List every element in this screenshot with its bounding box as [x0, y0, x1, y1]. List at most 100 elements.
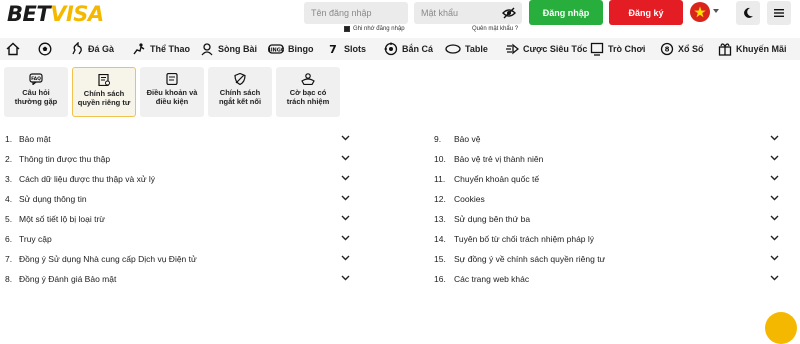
section-row-cookies[interactable]: 12. Cookies — [434, 189, 786, 209]
nav-item-xo-so[interactable]: 8 Xổ Số — [660, 40, 704, 58]
dark-mode-button[interactable] — [736, 1, 760, 25]
nav-item-slots[interactable]: 7 Slots — [326, 40, 366, 58]
section-row-tiet-lo[interactable]: 5. Một số tiết lộ bị loại trừ — [5, 209, 357, 229]
section-row-tu-choi-trach-nhiem[interactable]: 14. Tuyên bố từ chối trách nhiệm pháp lý — [434, 229, 786, 249]
section-label: Đồng ý Sử dụng Nhà cung cấp Dịch vụ Điện… — [19, 254, 197, 264]
section-row-dong-y-su-dung[interactable]: 7. Đồng ý Sử dụng Nhà cung cấp Dịch vụ Đi… — [5, 249, 357, 269]
nav-item-song-bai[interactable]: Sòng Bài — [200, 40, 257, 58]
forgot-password-link[interactable]: Quên mật khẩu ? — [472, 26, 518, 32]
section-row-chuyen-khoan[interactable]: 11. Chuyển khoản quốc tế — [434, 169, 786, 189]
chevron-down-icon[interactable] — [341, 175, 350, 181]
section-label: Cookies — [454, 194, 485, 204]
chevron-down-icon[interactable] — [341, 195, 350, 201]
chevron-down-icon[interactable] — [770, 135, 779, 141]
nav-item-da-ga[interactable]: Đá Gà — [70, 40, 114, 58]
section-row-su-dong-y[interactable]: 15. Sự đồng ý về chính sách quyền riêng t… — [434, 249, 786, 269]
nav-item-tro-choi[interactable]: Trò Chơi — [590, 40, 645, 58]
chevron-down-icon[interactable] — [770, 155, 779, 161]
lottery-icon: 8 — [660, 42, 674, 56]
chevron-down-icon[interactable] — [341, 215, 350, 221]
privacy-doc-icon — [98, 74, 110, 86]
section-number: 4. — [5, 194, 13, 204]
nav-label: Slots — [344, 44, 367, 54]
nav-item-ban-ca[interactable]: Bắn Cá — [384, 40, 433, 58]
fish-icon — [384, 42, 398, 56]
chevron-down-icon[interactable] — [341, 155, 350, 161]
section-row-thong-tin-thu-thap[interactable]: 2. Thông tin được thu thập — [5, 149, 357, 169]
card-line: Chính sách — [219, 88, 261, 97]
remember-checkbox[interactable] — [344, 26, 350, 32]
section-number: 12. — [434, 194, 446, 204]
soccer-ball-icon — [38, 42, 52, 56]
section-number: 7. — [5, 254, 13, 264]
chevron-down-icon[interactable] — [770, 215, 779, 221]
moon-icon — [744, 7, 753, 18]
chevron-down-icon[interactable] — [341, 135, 350, 141]
section-row-bao-ve-tre[interactable]: 10. Bảo vệ trẻ vị thành niên — [434, 149, 786, 169]
register-button[interactable]: Đăng ký — [609, 0, 683, 25]
section-row-bao-mat[interactable]: 1. Bảo mật — [5, 129, 357, 149]
section-row-truy-cap[interactable]: 6. Truy cập — [5, 229, 357, 249]
chevron-down-icon[interactable] — [770, 275, 779, 281]
card-disconnect-policy[interactable]: Chính sách ngắt kết nối — [208, 67, 272, 117]
section-row-su-dung-thong-tin[interactable]: 4. Sử dụng thông tin — [5, 189, 357, 209]
section-number: 6. — [5, 234, 13, 244]
main-nav: Đá Gà Thể Thao Sòng Bài BINGO Bingo 7 Slot… — [0, 38, 800, 60]
nav-item-the-thao[interactable]: Thể Thao — [132, 40, 190, 58]
remember-me[interactable]: Ghi nhớ đăng nhập — [344, 26, 405, 32]
nav-item-khuyen-mai[interactable]: Khuyến Mãi — [718, 40, 787, 58]
chevron-down-icon[interactable] — [770, 175, 779, 181]
chevron-down-icon[interactable] — [713, 9, 719, 13]
policy-sections-left: 1. Bảo mật 2. Thông tin được thu thập 3. Cá… — [5, 129, 357, 289]
chevron-down-icon[interactable] — [770, 255, 779, 261]
section-label: Sử dụng thông tin — [19, 194, 87, 204]
section-number: 3. — [5, 174, 13, 184]
nav-item-table[interactable]: Table — [445, 40, 488, 58]
chevron-down-icon[interactable] — [341, 255, 350, 261]
login-button[interactable]: Đăng nhập — [529, 0, 603, 25]
section-label: Thông tin được thu thập — [19, 154, 111, 164]
section-row-trang-web-khac[interactable]: 16. Các trang web khác — [434, 269, 786, 289]
chevron-down-icon[interactable] — [770, 235, 779, 241]
vietnam-flag-icon[interactable] — [690, 2, 710, 22]
hamburger-icon — [774, 9, 784, 17]
username-input[interactable] — [304, 2, 408, 24]
section-row-dong-y-danh-gia[interactable]: 8. Đồng ý Đánh giá Bảo mật — [5, 269, 357, 289]
nav-item-bingo[interactable]: BINGO Bingo — [268, 40, 314, 58]
card-faq[interactable]: FAQ Câu hỏi thường gặp — [4, 67, 68, 117]
nav-label: Đá Gà — [88, 44, 115, 54]
card-line: Cờ bạc có — [289, 88, 327, 97]
section-label: Sử dụng bên thứ ba — [454, 214, 531, 224]
table-icon — [445, 44, 461, 54]
nav-item-soccer[interactable] — [38, 40, 52, 58]
betvisa-logo[interactable]: BETVISA — [7, 2, 104, 28]
gift-icon — [718, 43, 732, 56]
section-row-cach-du-lieu[interactable]: 3. Cách dữ liệu được thu thập và xử lý — [5, 169, 357, 189]
svg-text:FAQ: FAQ — [31, 76, 41, 82]
section-label: Bảo mật — [19, 134, 51, 144]
section-label: Chuyển khoản quốc tế — [454, 174, 540, 184]
card-responsible-gambling[interactable]: Cờ bạc có trách nhiệm — [276, 67, 340, 117]
nav-item-home[interactable] — [6, 40, 20, 58]
nav-item-cuoc-sieu-toc[interactable]: Cược Siêu Tốc — [505, 40, 587, 58]
games-icon — [590, 42, 604, 56]
chevron-down-icon[interactable] — [341, 235, 350, 241]
section-row-ben-thu-ba[interactable]: 13. Sử dụng bên thứ ba — [434, 209, 786, 229]
card-terms[interactable]: Điều khoản và điều kiện — [140, 67, 204, 117]
card-privacy-policy[interactable]: Chính sách quyền riêng tư — [72, 67, 136, 117]
chevron-down-icon[interactable] — [341, 275, 350, 281]
section-row-bao-ve[interactable]: 9. Bảo vệ — [434, 129, 786, 149]
card-line: Chính sách — [83, 89, 125, 98]
section-label: Đồng ý Đánh giá Bảo mật — [19, 274, 117, 284]
section-label: Tuyên bố từ chối trách nhiệm pháp lý — [454, 234, 595, 244]
card-line: điều kiện — [155, 97, 189, 106]
dealer-icon — [201, 43, 213, 56]
support-chat-button[interactable] — [765, 312, 797, 344]
logo-text-bet: BET — [7, 2, 51, 26]
remember-label: Ghi nhớ đăng nhập — [353, 26, 405, 32]
menu-button[interactable] — [767, 1, 791, 25]
section-number: 10. — [434, 154, 446, 164]
section-label: Bảo vệ — [454, 134, 481, 144]
chevron-down-icon[interactable] — [770, 195, 779, 201]
eye-off-icon[interactable] — [502, 7, 516, 19]
